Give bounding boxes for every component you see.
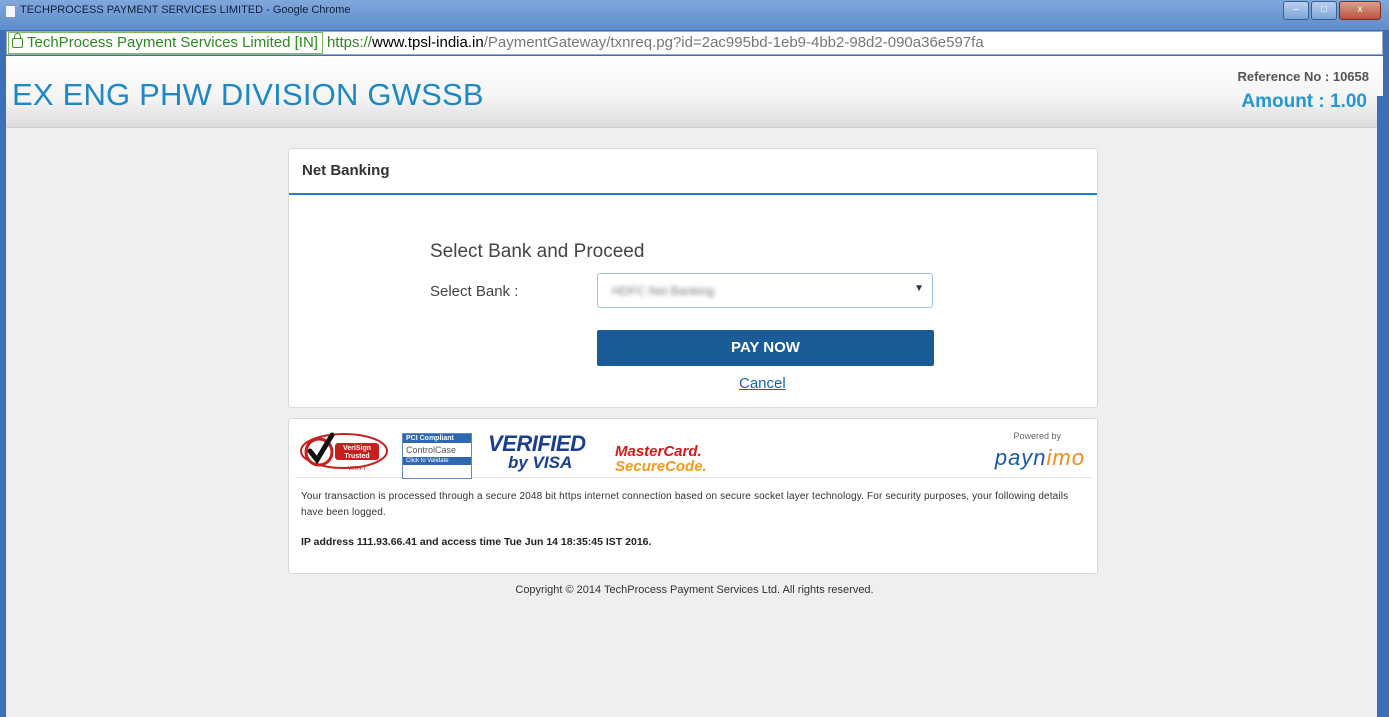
ev-certificate-label: TechProcess Payment Services Limited [IN… <box>27 34 318 51</box>
verisign-line3: VERIFY <box>348 466 367 472</box>
ev-certificate-chip[interactable]: TechProcess Payment Services Limited [IN… <box>8 32 323 54</box>
bank-select-label: Select Bank : <box>430 283 519 300</box>
mc-line2: SecureCode. <box>615 458 707 475</box>
page-viewport: EX ENG PHW DIVISION GWSSB Reference No :… <box>6 56 1383 717</box>
url-path: /PaymentGateway/txnreq.pg?id=2ac995bd-1e… <box>483 34 984 51</box>
net-banking-card: Net Banking Select Bank and Proceed Sele… <box>288 148 1098 408</box>
lock-icon <box>12 33 23 48</box>
security-panel: VeriSign Trusted VERIFY PCI Compliant Co… <box>288 418 1098 574</box>
pay-now-button[interactable]: PAY NOW <box>597 330 934 366</box>
verified-by-visa-logo: VERIFIED by VISA <box>488 431 586 473</box>
pci-controlcase: ControlCase <box>406 445 457 455</box>
page-icon <box>5 5 16 18</box>
paynimo-part2: imo <box>1046 445 1085 470</box>
window-controls: – □ x <box>1281 1 1381 20</box>
address-bar[interactable]: TechProcess Payment Services Limited [IN… <box>6 31 1383 55</box>
close-button[interactable]: x <box>1339 1 1381 20</box>
verisign-line2: Trusted <box>344 453 369 460</box>
verisign-line1: VeriSign <box>343 445 371 452</box>
window-title: TECHPROCESS PAYMENT SERVICES LIMITED - G… <box>20 4 351 16</box>
scrollbar[interactable] <box>1377 96 1383 717</box>
url-host: www.tpsl-india.in <box>371 34 484 51</box>
payment-amount: Amount : 1.00 <box>1241 91 1367 112</box>
paynimo-part1: payn <box>994 445 1047 470</box>
bank-select[interactable]: HDFC Net Banking ▼ <box>597 273 933 308</box>
selected-bank-value: HDFC Net Banking <box>612 284 715 298</box>
chevron-down-icon: ▼ <box>914 283 924 294</box>
url-scheme: https:// <box>326 34 372 51</box>
reference-number: Reference No : 10658 <box>1237 69 1369 84</box>
copyright-footer: Copyright © 2014 TechProcess Payment Ser… <box>515 584 874 596</box>
merchant-name: EX ENG PHW DIVISION GWSSB <box>12 77 484 112</box>
verisign-seal-icon: VeriSign Trusted VERIFY <box>300 432 388 472</box>
maximize-button[interactable]: □ <box>1311 1 1337 20</box>
paynimo-logo: paynimo <box>995 445 1085 471</box>
trust-logos: VeriSign Trusted VERIFY PCI Compliant Co… <box>295 425 1091 479</box>
minimize-button[interactable]: – <box>1283 1 1309 20</box>
pci-validate: Click to Validate <box>403 457 471 465</box>
card-title: Net Banking <box>289 149 1097 195</box>
section-title: Select Bank and Proceed <box>430 241 645 262</box>
pci-compliant-badge[interactable]: PCI Compliant ControlCase Click to Valid… <box>402 433 472 479</box>
security-notice: Your transaction is processed through a … <box>301 491 1069 518</box>
page-header: EX ENG PHW DIVISION GWSSB Reference No :… <box>6 56 1383 128</box>
cancel-link[interactable]: Cancel <box>739 375 786 392</box>
mastercard-securecode-logo: MasterCard. SecureCode. <box>615 443 707 475</box>
window-title-bar: TECHPROCESS PAYMENT SERVICES LIMITED - G… <box>0 0 1389 30</box>
ip-access-line: IP address 111.93.66.41 and access time … <box>301 536 652 548</box>
pci-title: PCI Compliant <box>403 434 471 443</box>
powered-by-label: Powered by <box>1013 431 1061 441</box>
